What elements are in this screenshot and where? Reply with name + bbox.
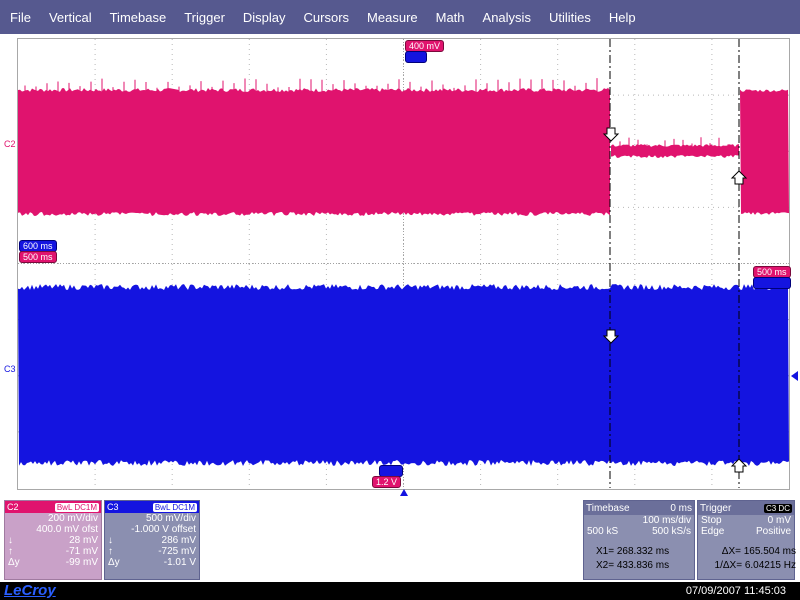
c2-panel-title: C2	[7, 502, 19, 512]
c3-coupling-badge: BwL DC1M	[152, 502, 197, 512]
timebase-title: Timebase	[586, 502, 630, 514]
c3-panel-rows: 500 mV/div -1.000 V offset ↓ 286 mV ↑ -725 mV…	[105, 513, 199, 568]
c3-panel-row-value: -1.000 V offset	[131, 524, 196, 535]
cursor-delta-x: ΔX= 165.504 ms	[721, 546, 796, 557]
trigger-level-marker-icon	[791, 371, 798, 381]
c2-trace-label: C2	[4, 139, 16, 149]
c3-panel-row-label: Δy	[108, 557, 120, 568]
timebase-row-value: 100 ms/div	[642, 515, 691, 526]
c2-trace-burst	[740, 89, 789, 215]
c3-panel-row: -1.000 V offset	[105, 524, 199, 535]
trigger-row: Stop 0 mV	[698, 515, 794, 526]
c2-panel-row-value: 400.0 mV ofst	[36, 524, 98, 535]
c2-panel-row: ↓ 28 mV	[5, 535, 101, 546]
status-bar: LeCroy 07/09/2007 11:45:03	[0, 582, 800, 600]
cursor-x1: X1= 268.332 ms	[596, 546, 670, 557]
lecroy-logo[interactable]: LeCroy	[4, 582, 56, 600]
c2-panel-row: Δy -99 mV	[5, 557, 101, 568]
c2-trace-burst	[18, 88, 610, 216]
trigger-row-value: Positive	[755, 526, 791, 537]
c2-panel-row: 200 mV/div	[5, 513, 101, 524]
c3-panel-title: C3	[107, 502, 119, 512]
c3-panel-row: ↑ -725 mV	[105, 546, 199, 557]
c3-panel-row-value: 286 mV	[161, 535, 196, 546]
cursor-x2: X2= 433.836 ms	[596, 560, 670, 571]
trigger-row: Edge Positive	[698, 526, 794, 537]
trigger-title: Trigger	[700, 502, 732, 514]
c2-descriptor-panel[interactable]: C2 BwL DC1M 200 mV/div 400.0 mV ofst ↓ 28 m…	[4, 500, 102, 580]
trigger-source-badge: C3 DC	[763, 503, 792, 513]
c2-coupling-badge: BwL DC1M	[54, 502, 99, 512]
c2-panel-row-value: -71 mV	[65, 546, 98, 557]
c3-trace	[18, 284, 789, 466]
trigger-time-marker-icon	[400, 489, 408, 496]
c2-panel-row-value: -99 mV	[65, 557, 98, 568]
c3-descriptor-panel[interactable]: C3 BwL DC1M 500 mV/div -1.000 V offset ↓ 28…	[104, 500, 200, 580]
c2-panel-row-value: 28 mV	[69, 535, 98, 546]
waveform-display[interactable]	[0, 0, 800, 500]
c3-panel-row: Δy -1.01 V	[105, 557, 199, 568]
right-blue-tag[interactable]	[753, 277, 791, 289]
trigger-row-label: Edge	[701, 526, 725, 537]
c3-panel-row-value: 500 mV/div	[145, 513, 196, 524]
cursor-readouts: X1= 268.332 ms ΔX= 165.504 ms X2= 433.83…	[596, 545, 796, 573]
c2-trace-flat	[611, 144, 739, 158]
timebase-delay: 0 ms	[670, 502, 692, 514]
c3-panel-row: 500 mV/div	[105, 513, 199, 524]
c3-panel-row: ↓ 286 mV	[105, 535, 199, 546]
c3-panel-row-value: -1.01 V	[163, 557, 196, 568]
c2-panel-row-value: 200 mV/div	[47, 513, 98, 524]
trigger-row-value: 0 mV	[767, 515, 791, 526]
date-time: 07/09/2007 11:45:03	[685, 585, 786, 597]
timebase-row-label: 500 kS	[587, 526, 619, 537]
c3-panel-row-value: -725 mV	[158, 546, 196, 557]
timebase-rows: 100 ms/div 500 kS 500 kS/s	[584, 515, 694, 537]
trigger-rows: Stop 0 mV Edge Positive	[698, 515, 794, 537]
timebase-row: 500 kS 500 kS/s	[584, 526, 694, 537]
c2-panel-row-label: Δy	[8, 557, 20, 568]
c2-panel-rows: 200 mV/div 400.0 mV ofst ↓ 28 mV ↑ -71 mV Δy -9…	[5, 513, 101, 568]
trigger-row-label: Stop	[701, 515, 722, 526]
c2-panel-row: 400.0 mV ofst	[5, 524, 101, 535]
c3-trace-label: C3	[4, 364, 16, 374]
left-pink-tag[interactable]: 500 ms	[19, 251, 57, 263]
c3-offset-tag[interactable]	[405, 51, 427, 63]
c2-panel-row: ↑ -71 mV	[5, 546, 101, 557]
timebase-row-value: 500 kS/s	[652, 526, 691, 537]
bottom-pink-tag[interactable]: 1.2 V	[372, 476, 402, 488]
cursor-frequency: 1/ΔX= 6.04215 Hz	[714, 560, 796, 571]
timebase-row: 100 ms/div	[584, 515, 694, 526]
